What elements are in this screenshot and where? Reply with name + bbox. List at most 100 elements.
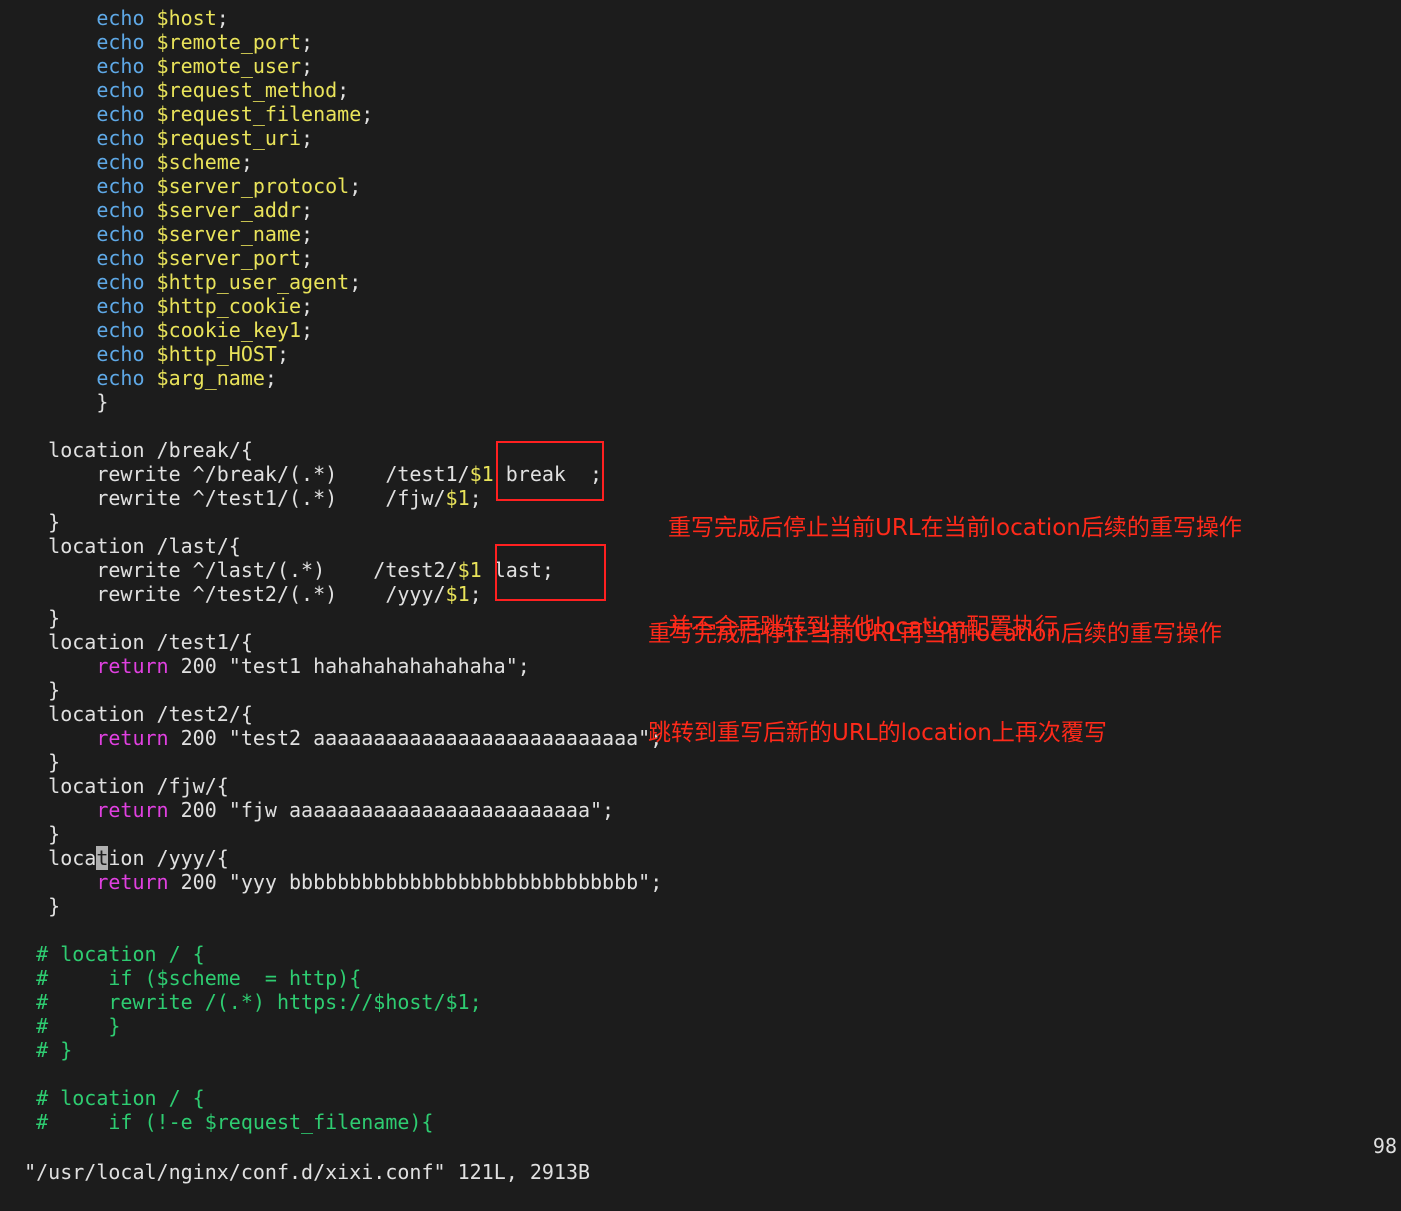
code-line[interactable]: echo $server_port; bbox=[0, 246, 1401, 270]
code-line[interactable]: echo $server_name; bbox=[0, 222, 1401, 246]
code-text: ; bbox=[264, 366, 277, 390]
code-line[interactable]: } bbox=[0, 894, 1401, 918]
code-variable: $server_protocol bbox=[156, 174, 350, 198]
code-text: ; bbox=[301, 54, 314, 78]
code-line[interactable]: } bbox=[0, 822, 1401, 846]
code-text: location /last/{ bbox=[0, 534, 241, 558]
echo-keyword: echo bbox=[96, 270, 145, 294]
last-annotation: 重写完成后停止当前URL再当前location后续的重写操作 跳转到重写后新的U… bbox=[648, 552, 1222, 783]
code-variable: $request_filename bbox=[156, 102, 362, 126]
code-variable: $1 bbox=[457, 558, 482, 582]
code-line[interactable]: # } bbox=[0, 1038, 1401, 1062]
echo-keyword: echo bbox=[96, 102, 145, 126]
code-line[interactable] bbox=[0, 1062, 1401, 1086]
code-line[interactable]: # location / { bbox=[0, 1086, 1401, 1110]
code-text: rewrite ^/last/(.*) /test2/ bbox=[0, 558, 458, 582]
code-line[interactable] bbox=[0, 414, 1401, 438]
code-text: rewrite ^/test2/(.*) /yyy/ bbox=[0, 582, 446, 606]
code-text: } bbox=[0, 606, 61, 630]
code-line[interactable]: # if ($scheme = http){ bbox=[0, 966, 1401, 990]
code-line[interactable]: echo $http_cookie; bbox=[0, 294, 1401, 318]
code-line[interactable]: return 200 "fjw aaaaaaaaaaaaaaaaaaaaaaaa… bbox=[0, 798, 1401, 822]
code-line[interactable]: } bbox=[0, 390, 1401, 414]
code-variable: $http_user_agent bbox=[156, 270, 350, 294]
code-comment: # rewrite /(.*) https://$host/$1; bbox=[0, 990, 482, 1014]
last-annotation-line2: 跳转到重写后新的URL的location上再次覆写 bbox=[648, 720, 1107, 746]
code-text: } bbox=[0, 750, 61, 774]
code-text: ; bbox=[301, 222, 314, 246]
code-line[interactable]: location /yyy/{ bbox=[0, 846, 1401, 870]
echo-keyword: echo bbox=[96, 198, 145, 222]
code-text: rewrite ^/test1/(.*) /fjw/ bbox=[0, 486, 446, 510]
code-text: ; bbox=[216, 6, 229, 30]
code-line[interactable]: # location / { bbox=[0, 942, 1401, 966]
code-text: ; bbox=[337, 78, 350, 102]
return-keyword: return bbox=[96, 654, 169, 678]
code-text: ; bbox=[469, 582, 482, 606]
echo-keyword: echo bbox=[96, 318, 145, 342]
code-text: ; bbox=[301, 318, 314, 342]
code-line[interactable]: # if (!-e $request_filename){ bbox=[0, 1110, 1401, 1134]
text-cursor: t bbox=[96, 846, 109, 870]
echo-keyword: echo bbox=[96, 150, 145, 174]
code-text: location /test2/{ bbox=[0, 702, 253, 726]
code-line[interactable]: echo $request_uri; bbox=[0, 126, 1401, 150]
code-line[interactable]: echo $http_HOST; bbox=[0, 342, 1401, 366]
code-text: ; bbox=[301, 246, 314, 270]
code-variable: $1 bbox=[445, 582, 470, 606]
code-variable: $arg_name bbox=[156, 366, 265, 390]
echo-keyword: echo bbox=[96, 174, 145, 198]
code-text: rewrite ^/break/(.*) /test1/ bbox=[0, 462, 470, 486]
code-text: ; bbox=[301, 30, 314, 54]
code-variable: $request_method bbox=[156, 78, 338, 102]
code-line[interactable]: # rewrite /(.*) https://$host/$1; bbox=[0, 990, 1401, 1014]
code-variable: $host bbox=[156, 6, 217, 30]
code-line[interactable]: echo $http_user_agent; bbox=[0, 270, 1401, 294]
code-line[interactable]: return 200 "yyy bbbbbbbbbbbbbbbbbbbbbbbb… bbox=[0, 870, 1401, 894]
echo-keyword: echo bbox=[96, 246, 145, 270]
return-keyword: return bbox=[96, 870, 169, 894]
code-text: 200 "yyy bbbbbbbbbbbbbbbbbbbbbbbbbbbbb"; bbox=[168, 870, 663, 894]
code-text: 200 "fjw aaaaaaaaaaaaaaaaaaaaaaaaa"; bbox=[168, 798, 615, 822]
code-line[interactable]: echo $request_method; bbox=[0, 78, 1401, 102]
code-text: } bbox=[0, 678, 61, 702]
code-line[interactable]: echo $server_protocol; bbox=[0, 174, 1401, 198]
code-variable: $server_addr bbox=[156, 198, 302, 222]
code-line[interactable]: echo $host; bbox=[0, 6, 1401, 30]
code-line[interactable]: echo $server_addr; bbox=[0, 198, 1401, 222]
code-line[interactable]: echo $remote_port; bbox=[0, 30, 1401, 54]
code-text: } bbox=[0, 390, 109, 414]
return-keyword: return bbox=[96, 798, 169, 822]
vim-status-line: "/usr/local/nginx/conf.d/xixi.conf" 121L… bbox=[0, 1133, 1401, 1184]
code-line[interactable]: echo $arg_name; bbox=[0, 366, 1401, 390]
last-annotation-line1: 重写完成后停止当前URL再当前location后续的重写操作 bbox=[648, 621, 1222, 647]
code-text: ; bbox=[301, 198, 314, 222]
code-text: ; bbox=[349, 174, 362, 198]
code-line[interactable] bbox=[0, 918, 1401, 942]
code-variable: $cookie_key1 bbox=[156, 318, 302, 342]
echo-keyword: echo bbox=[96, 342, 145, 366]
code-text: ; bbox=[276, 342, 290, 366]
code-line[interactable]: echo $cookie_key1; bbox=[0, 318, 1401, 342]
code-comment: # location / { bbox=[0, 1086, 205, 1110]
code-variable: $1 bbox=[469, 462, 494, 486]
code-line[interactable]: echo $request_filename; bbox=[0, 102, 1401, 126]
code-line[interactable]: # } bbox=[0, 1014, 1401, 1038]
echo-keyword: echo bbox=[96, 30, 145, 54]
echo-keyword: echo bbox=[96, 54, 145, 78]
code-text: ; bbox=[349, 270, 362, 294]
code-text: ; bbox=[469, 486, 482, 510]
code-line[interactable]: echo $remote_user; bbox=[0, 54, 1401, 78]
code-line[interactable]: echo $scheme; bbox=[0, 150, 1401, 174]
